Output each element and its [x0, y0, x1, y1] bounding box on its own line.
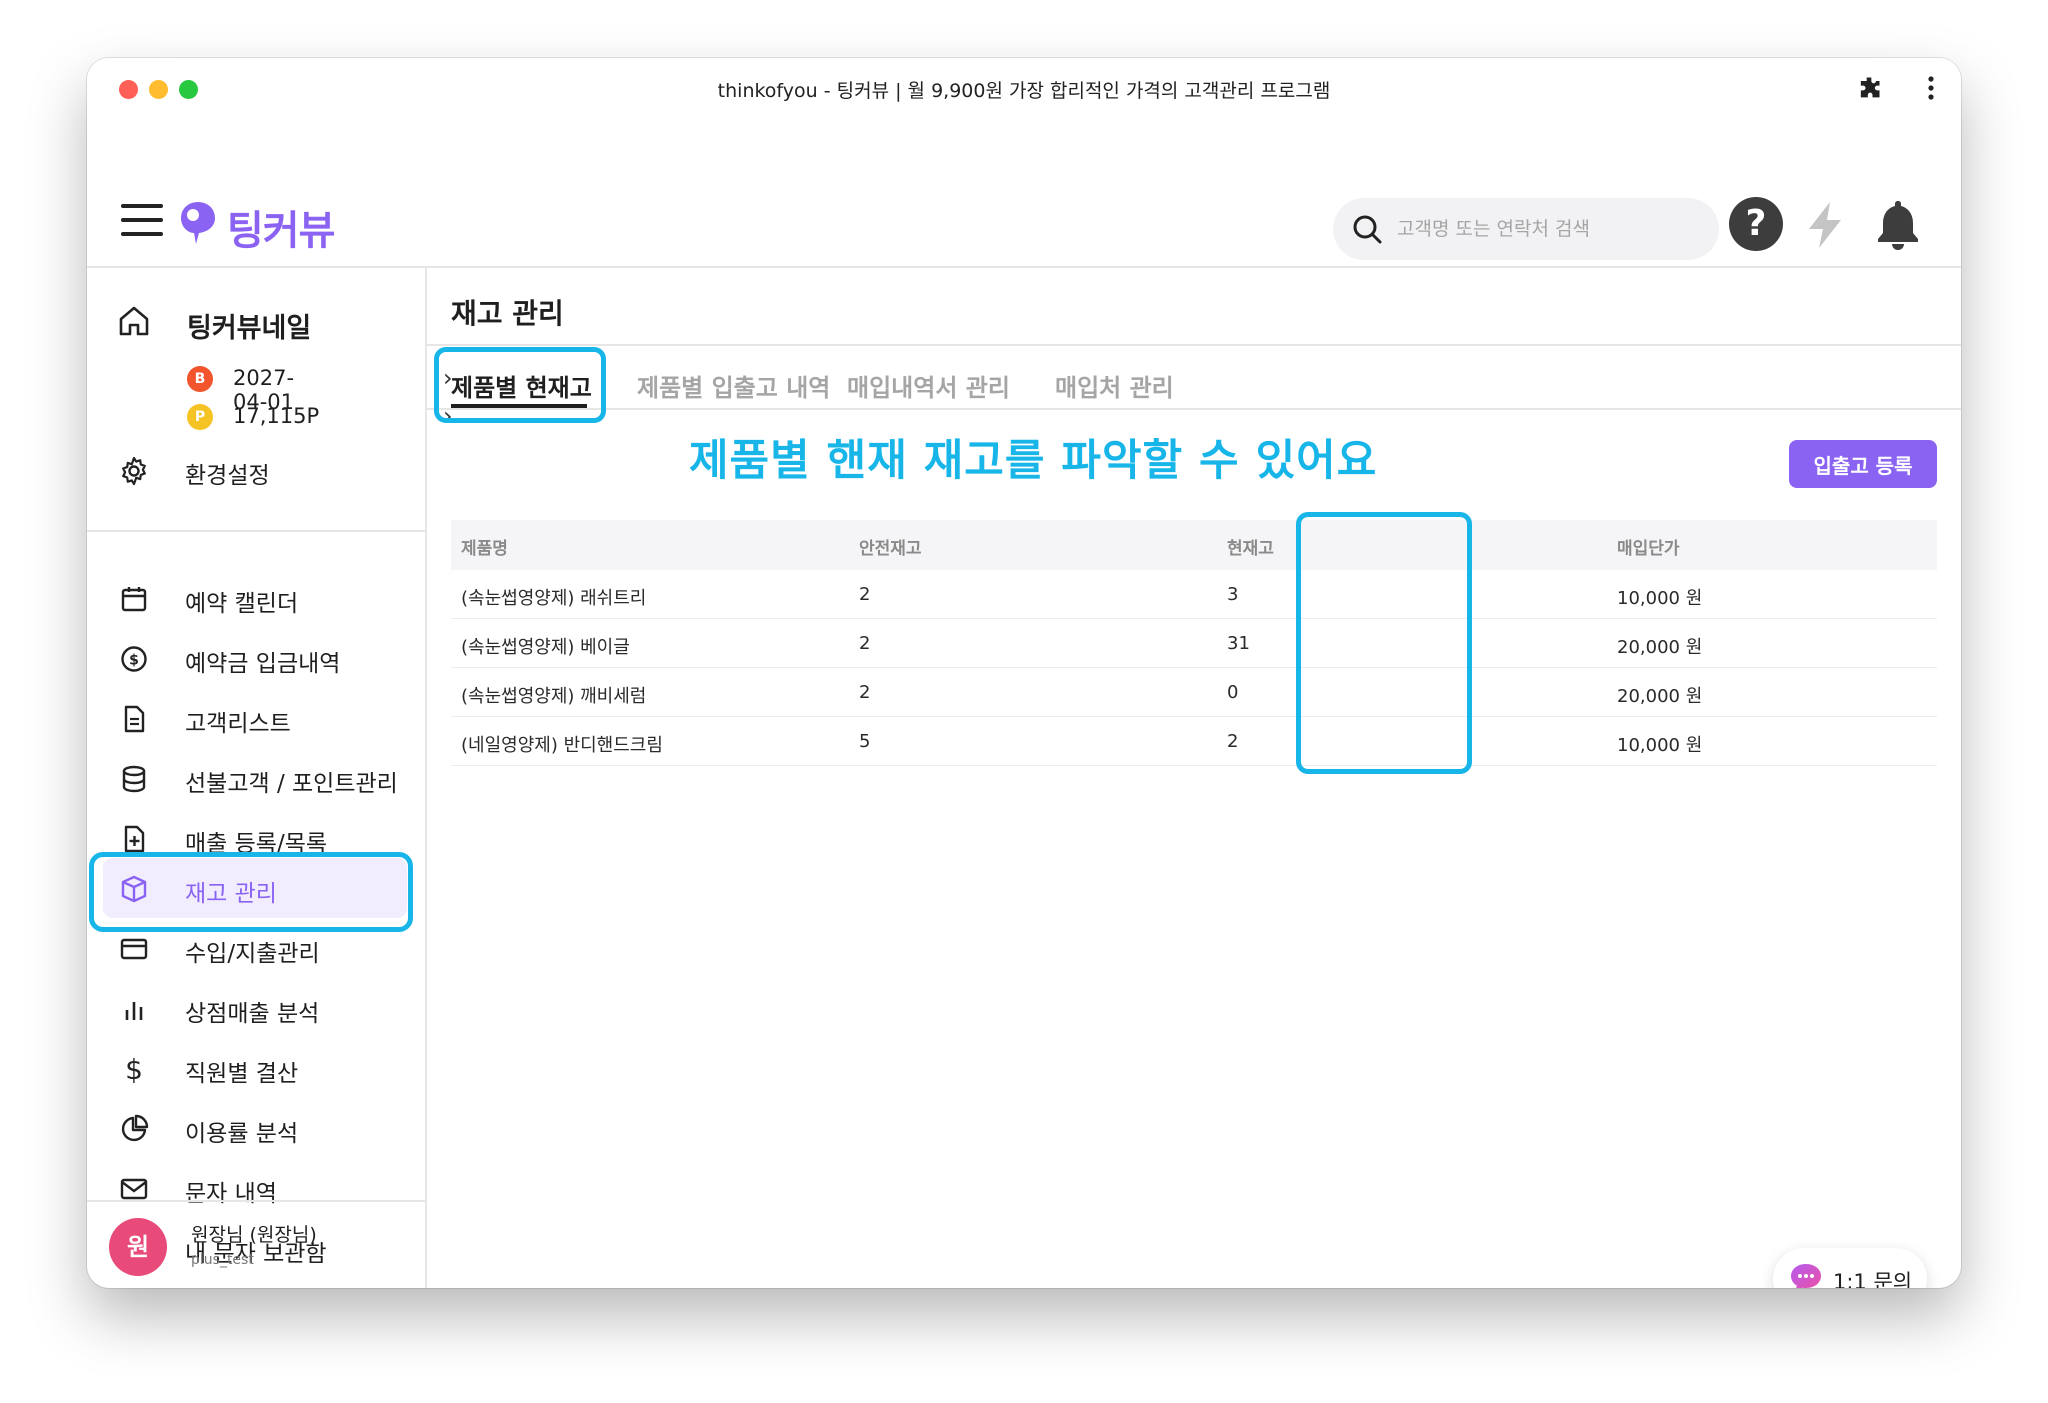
cell-product-name: (속눈썹영양제) 깨비세럼	[461, 686, 647, 707]
sidebar-item-label: 상점매출 분석	[185, 1001, 320, 1027]
cell-unit-price: 10,000 원	[1617, 735, 1703, 756]
sidebar-item-staff-settlement[interactable]: $ 직원별 결산	[87, 1040, 425, 1098]
sidebar-item-calendar[interactable]: 예약 캘린더	[87, 570, 425, 628]
user-id: plus_test	[191, 1252, 254, 1268]
table-row[interactable]: (네일영양제) 반디핸드크림 5 2 10,000 원	[451, 717, 1937, 766]
user-name[interactable]: 원장님 (원장님)	[191, 1220, 317, 1247]
settings-label: 환경설정	[185, 463, 270, 489]
header-safety-stock[interactable]: 안전재고	[859, 534, 922, 559]
settings-link[interactable]: 환경설정	[87, 442, 425, 500]
sidebar-item-label: 고객리스트	[185, 711, 291, 737]
tab-highlight-annotation	[434, 347, 606, 423]
cell-safety-stock: 2	[859, 633, 871, 654]
inventory-table: 제품명 안전재고 현재고 매입단가 (속눈썹영양제) 래쉬트리 2 3 10,0…	[451, 520, 1937, 766]
gear-icon	[122, 456, 146, 486]
pie-chart-icon	[121, 1114, 149, 1142]
title-bar: thinkofyou - 팅커뷰 | 월 9,900원 가장 합리적인 가격의 …	[87, 58, 1961, 120]
sidebar-item-messages[interactable]: 문자 내역	[87, 1160, 425, 1218]
sidebar-item-usage-analysis[interactable]: 이용률 분석	[87, 1100, 425, 1158]
cell-product-name: (속눈썹영양제) 래쉬트리	[461, 588, 647, 609]
bar-chart-icon	[125, 1002, 143, 1020]
tab-stock-history[interactable]: 제품별 입출고 내역	[637, 368, 830, 403]
inquiry-label: 1:1 문의	[1833, 1270, 1913, 1288]
sidebar-item-store-analysis[interactable]: 상점매출 분석	[87, 980, 425, 1038]
calendar-icon	[121, 587, 147, 612]
expiry-badge-icon: B	[187, 366, 213, 392]
svg-text:$: $	[125, 1054, 143, 1084]
cell-current-stock: 0	[1227, 682, 1239, 703]
cell-current-stock: 2	[1227, 731, 1239, 752]
cell-safety-stock: 5	[859, 731, 871, 752]
search-input[interactable]	[1397, 198, 1697, 260]
page-title: 재고 관리	[451, 297, 564, 330]
tab-suppliers[interactable]: 매입처 관리	[1055, 368, 1174, 403]
header-unit-price[interactable]: 매입단가	[1617, 534, 1680, 559]
header-product-name[interactable]: 제품명	[461, 534, 508, 559]
bell-icon[interactable]	[1875, 198, 1921, 250]
points-value: 17,115P	[233, 404, 320, 428]
sidebar: 팅커뷰네일 B 2027-04-01 › P 17,115P › 환경설정 예약…	[87, 268, 453, 1288]
points-badge-icon: P	[187, 404, 213, 430]
help-button[interactable]: ?	[1729, 197, 1783, 251]
table-header: 제품명 안전재고 현재고 매입단가	[451, 520, 1937, 570]
file-plus-icon	[124, 825, 145, 853]
cell-product-name: (네일영양제) 반디핸드크림	[461, 735, 663, 756]
cell-unit-price: 10,000 원	[1617, 588, 1703, 609]
logo-text[interactable]: 팅커뷰	[227, 198, 335, 256]
menu-toggle-button[interactable]	[121, 204, 163, 238]
cell-current-stock: 31	[1227, 633, 1250, 654]
avatar[interactable]: 원	[109, 1218, 167, 1276]
table-row[interactable]: (속눈썹영양제) 깨비세럼 2 0 20,000 원	[451, 668, 1937, 717]
search-bar[interactable]	[1333, 198, 1719, 260]
credit-card-icon	[120, 938, 148, 960]
cell-product-name: (속눈썹영양제) 베이글	[461, 637, 630, 658]
cell-unit-price: 20,000 원	[1617, 637, 1703, 658]
app-window: thinkofyou - 팅커뷰 | 월 9,900원 가장 합리적인 가격의 …	[87, 58, 1961, 1288]
svg-text:$: $	[129, 653, 139, 669]
dollar-sign-icon: $	[125, 1054, 143, 1084]
app-header: 팅커뷰 ?	[87, 120, 1961, 268]
nav-highlight-annotation	[89, 852, 413, 932]
lightning-icon[interactable]	[1803, 200, 1847, 250]
header-current-stock[interactable]: 현재고	[1227, 534, 1274, 559]
tabs-divider	[427, 408, 1961, 410]
sidebar-item-customers[interactable]: 고객리스트	[87, 690, 425, 748]
sidebar-footer-divider	[87, 1200, 425, 1202]
sidebar-item-label: 문자 내역	[185, 1181, 277, 1207]
document-icon	[124, 705, 145, 733]
main-content: 재고 관리 제품별 현재고 제품별 입출고 내역 매입내역서 관리 매입처 관리…	[427, 268, 1961, 1288]
search-icon	[1353, 215, 1382, 244]
sidebar-item-label: 직원별 결산	[185, 1061, 299, 1087]
dollar-circle-icon: $	[121, 646, 147, 672]
sidebar-item-label: 예약 캘린더	[185, 591, 299, 617]
table-row[interactable]: (속눈썹영양제) 베이글 2 31 20,000 원	[451, 619, 1937, 668]
cell-safety-stock: 2	[859, 584, 871, 605]
title-divider	[427, 344, 1961, 346]
sidebar-item-label: 수입/지출관리	[185, 941, 320, 967]
register-stock-button[interactable]: 입출고 등록	[1789, 440, 1937, 488]
sidebar-item-deposits[interactable]: $ 예약금 입금내역	[87, 630, 425, 688]
table-row[interactable]: (속눈썹영양제) 래쉬트리 2 3 10,000 원	[451, 570, 1937, 619]
sidebar-item-label: 선불고객 / 포인트관리	[185, 771, 398, 797]
puzzle-extension-icon[interactable]	[1855, 74, 1883, 102]
database-icon	[122, 765, 146, 793]
chat-bubble-icon	[1791, 1264, 1821, 1288]
cell-safety-stock: 2	[859, 682, 871, 703]
more-options-icon[interactable]	[1921, 72, 1941, 104]
column-highlight-annotation	[1296, 512, 1472, 774]
sidebar-divider	[87, 530, 425, 532]
inquiry-button[interactable]: 1:1 문의	[1773, 1248, 1927, 1288]
logo-icon	[181, 202, 215, 244]
home-icon	[119, 306, 149, 336]
sidebar-item-label: 이용률 분석	[185, 1121, 299, 1147]
cell-current-stock: 3	[1227, 584, 1239, 605]
annotation-banner: 제품별 핸재 재고를 파악할 수 있어요	[689, 436, 1378, 486]
sidebar-item-prepaid[interactable]: 선불고객 / 포인트관리	[87, 750, 425, 808]
tab-purchase-statements[interactable]: 매입내역서 관리	[847, 368, 1010, 403]
shop-name[interactable]: 팅커뷰네일	[187, 306, 311, 345]
window-title: thinkofyou - 팅커뷰 | 월 9,900원 가장 합리적인 가격의 …	[717, 80, 1331, 102]
sidebar-item-label: 예약금 입금내역	[185, 651, 341, 677]
cell-unit-price: 20,000 원	[1617, 686, 1703, 707]
